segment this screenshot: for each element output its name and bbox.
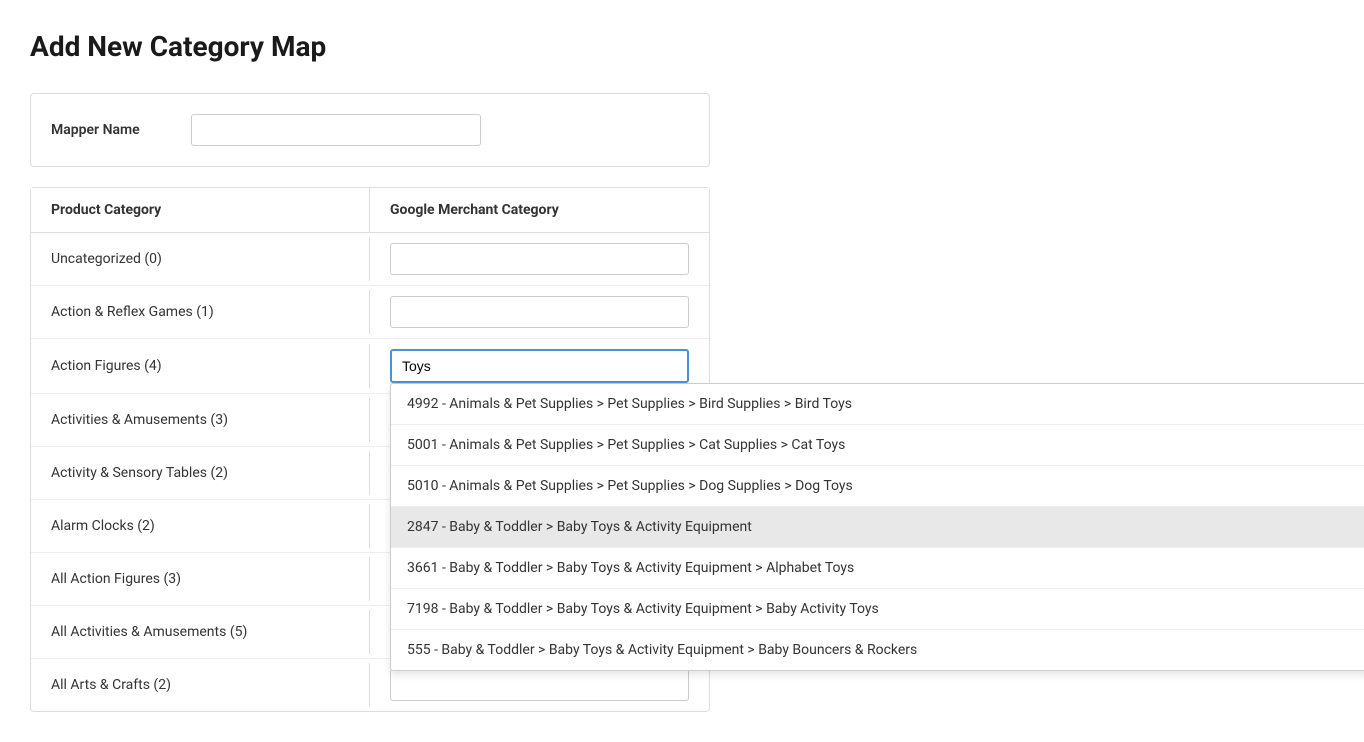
table-row: Uncategorized (0)	[31, 233, 709, 286]
category-name-cell: Action Figures (4)	[31, 344, 370, 388]
dropdown-item[interactable]: 4992 - Animals & Pet Supplies > Pet Supp…	[391, 384, 1364, 425]
category-input-cell	[370, 233, 709, 285]
page-container: Add New Category Map Mapper Name Product…	[0, 0, 1364, 742]
dropdown-item[interactable]: 2847 - Baby & Toddler > Baby Toys & Acti…	[391, 507, 1364, 548]
category-input-cell	[370, 286, 709, 338]
category-name-cell: Uncategorized (0)	[31, 237, 370, 281]
dropdown-item[interactable]: 5010 - Animals & Pet Supplies > Pet Supp…	[391, 466, 1364, 507]
category-name-cell: Alarm Clocks (2)	[31, 504, 370, 548]
dropdown-item[interactable]: 555 - Baby & Toddler > Baby Toys & Activ…	[391, 630, 1364, 670]
dropdown-item[interactable]: 5001 - Animals & Pet Supplies > Pet Supp…	[391, 425, 1364, 466]
page-title: Add New Category Map	[30, 30, 1334, 63]
category-name-cell: All Arts & Crafts (2)	[31, 663, 370, 707]
category-table: Product Category Google Merchant Categor…	[30, 187, 710, 712]
table-row: Action & Reflex Games (1)	[31, 286, 709, 339]
dropdown-item[interactable]: 3661 - Baby & Toddler > Baby Toys & Acti…	[391, 548, 1364, 589]
category-dropdown: 4992 - Animals & Pet Supplies > Pet Supp…	[390, 383, 1364, 671]
google-category-input[interactable]	[390, 296, 689, 328]
table-body: Uncategorized (0) Action & Reflex Games (…	[31, 233, 709, 711]
google-category-input[interactable]	[390, 669, 689, 701]
category-name-cell: All Action Figures (3)	[31, 557, 370, 601]
category-name-cell: Activity & Sensory Tables (2)	[31, 451, 370, 495]
mapper-name-section: Mapper Name	[30, 93, 710, 167]
google-category-input[interactable]	[390, 349, 689, 383]
table-header: Product Category Google Merchant Categor…	[31, 188, 709, 233]
category-name-cell: All Activities & Amusements (5)	[31, 610, 370, 654]
category-input-cell: 4992 - Animals & Pet Supplies > Pet Supp…	[370, 339, 709, 393]
mapper-name-input[interactable]	[191, 114, 481, 146]
mapper-name-label: Mapper Name	[51, 122, 171, 138]
google-category-input[interactable]	[390, 243, 689, 275]
category-name-cell: Action & Reflex Games (1)	[31, 290, 370, 334]
col-google-header: Google Merchant Category	[370, 188, 709, 232]
category-name-cell: Activities & Amusements (3)	[31, 398, 370, 442]
dropdown-item[interactable]: 7198 - Baby & Toddler > Baby Toys & Acti…	[391, 589, 1364, 630]
table-row: Action Figures (4)4992 - Animals & Pet S…	[31, 339, 709, 394]
col-product-header: Product Category	[31, 188, 370, 232]
